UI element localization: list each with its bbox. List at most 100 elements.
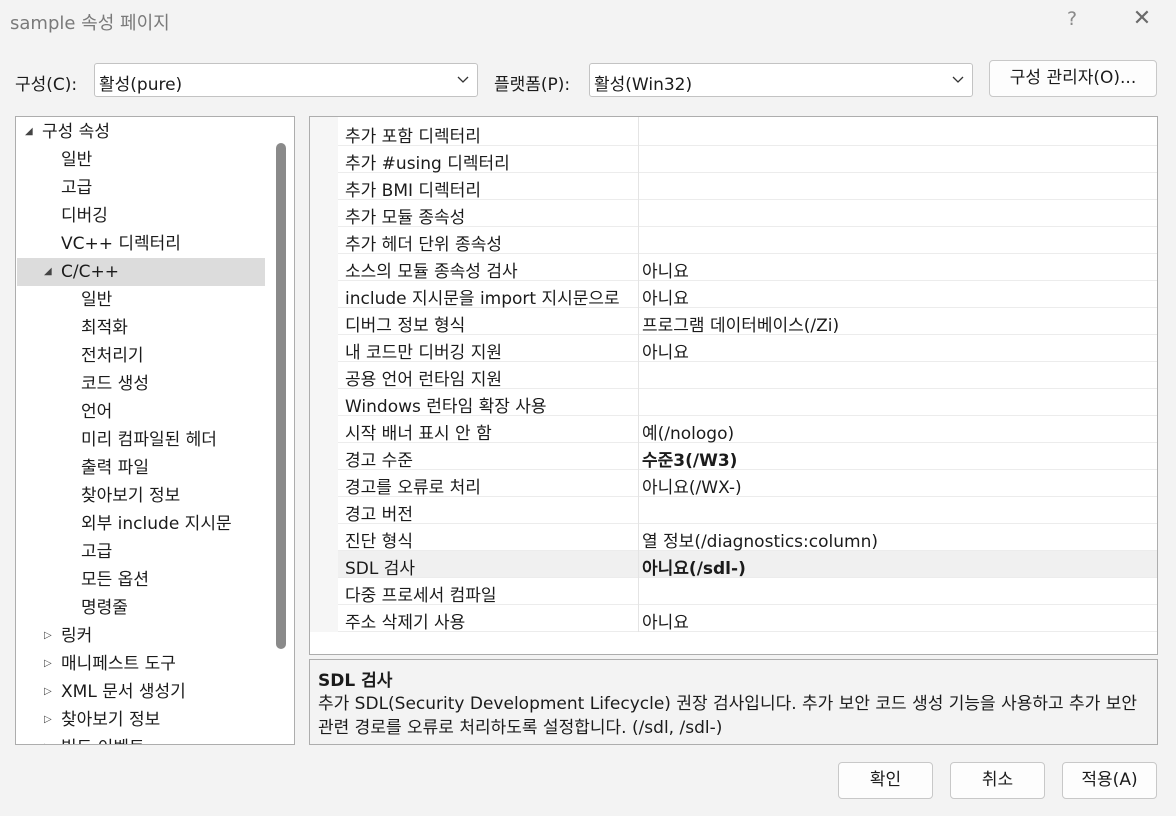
property-value[interactable]: 프로그램 데이터베이스(/Zi) bbox=[642, 311, 839, 336]
tree-item[interactable]: 출력 파일 bbox=[17, 454, 265, 482]
property-name: SDL 검사 bbox=[345, 559, 416, 579]
property-row[interactable]: SDL 검사 아니요(/sdl-) bbox=[338, 551, 1157, 579]
tree-item[interactable]: 일반 bbox=[17, 286, 265, 314]
tree-item-label: 일반 bbox=[61, 150, 93, 170]
tree-item-label: 언어 bbox=[81, 402, 113, 422]
description-panel: SDL 검사 추가 SDL(Security Development Lifec… bbox=[309, 659, 1158, 745]
property-row[interactable]: 디버그 정보 형식 프로그램 데이터베이스(/Zi) bbox=[338, 308, 1157, 336]
tree-item[interactable]: 고급 bbox=[17, 538, 265, 566]
property-row[interactable]: 추가 BMI 디렉터리 bbox=[338, 173, 1157, 201]
tree-item-label: 출력 파일 bbox=[81, 458, 149, 478]
property-name: 추가 모듈 종속성 bbox=[345, 208, 466, 228]
property-name: 경고 버전 bbox=[345, 505, 413, 525]
tree-item-label: 빌드 이벤트 bbox=[61, 734, 145, 744]
window-title: sample 속성 페이지 bbox=[10, 13, 170, 34]
grid-margin bbox=[310, 117, 338, 632]
tree-item[interactable]: ◢ C/C++ bbox=[17, 258, 265, 286]
property-row[interactable]: 경고 버전 bbox=[338, 497, 1157, 525]
apply-button[interactable]: 적용(A) bbox=[1062, 762, 1157, 799]
tree-item[interactable]: 코드 생성 bbox=[17, 370, 265, 398]
property-value[interactable]: 아니요 bbox=[642, 608, 689, 633]
tree-item-label: 고급 bbox=[61, 178, 93, 198]
tree-item[interactable]: VC++ 디렉터리 bbox=[17, 230, 265, 258]
collapsed-arrow-icon[interactable]: ▷ bbox=[44, 650, 52, 678]
tree-item[interactable]: 전처리기 bbox=[17, 342, 265, 370]
property-value[interactable]: 아니요 bbox=[642, 338, 689, 363]
property-row[interactable]: 시작 배너 표시 안 함 예(/nologo) bbox=[338, 416, 1157, 444]
title-bar: sample 속성 페이지 ? ✕ bbox=[0, 0, 1176, 44]
grid-column-divider[interactable] bbox=[638, 117, 639, 632]
property-value[interactable]: 수준3(/W3) bbox=[642, 446, 737, 471]
tree-item[interactable]: ▷ XML 문서 생성기 bbox=[17, 678, 265, 706]
tree-item[interactable]: 디버깅 bbox=[17, 202, 265, 230]
tree-item[interactable]: 미리 컴파일된 헤더 bbox=[17, 426, 265, 454]
tree-item[interactable]: ▷ 매니페스트 도구 bbox=[17, 650, 265, 678]
property-name: 경고를 오류로 처리 bbox=[345, 478, 481, 498]
platform-dropdown[interactable]: 활성(Win32) bbox=[589, 63, 973, 97]
property-name: 추가 BMI 디렉터리 bbox=[345, 181, 481, 201]
property-value[interactable]: 아니요 bbox=[642, 257, 689, 282]
property-row[interactable]: 진단 형식 열 정보(/diagnostics:column) bbox=[338, 524, 1157, 552]
property-value[interactable]: 아니요 bbox=[642, 284, 689, 309]
tree-item[interactable]: 일반 bbox=[17, 146, 265, 174]
property-row[interactable]: 추가 헤더 단위 종속성 bbox=[338, 227, 1157, 255]
config-value: 활성(pure) bbox=[99, 75, 183, 95]
property-row[interactable]: 내 코드만 디버깅 지원 아니요 bbox=[338, 335, 1157, 363]
property-name: 진단 형식 bbox=[345, 532, 413, 552]
collapsed-arrow-icon[interactable]: ▷ bbox=[44, 706, 52, 734]
tree-item[interactable]: 명령줄 bbox=[17, 594, 265, 622]
config-label: 구성(C): bbox=[15, 75, 78, 95]
tree-item-label: 외부 include 지시문 bbox=[81, 514, 232, 534]
property-name: include 지시문을 import 지시문으로 bbox=[345, 289, 620, 309]
tree-item[interactable]: 외부 include 지시문 bbox=[17, 510, 265, 538]
property-row[interactable]: 주소 삭제기 사용 아니요 bbox=[338, 605, 1157, 633]
property-value[interactable]: 아니요(/WX-) bbox=[642, 473, 742, 498]
property-row[interactable]: include 지시문을 import 지시문으로 아니요 bbox=[338, 281, 1157, 309]
collapsed-arrow-icon[interactable]: ▷ bbox=[44, 622, 52, 650]
property-row[interactable]: 추가 모듈 종속성 bbox=[338, 200, 1157, 228]
ok-button[interactable]: 확인 bbox=[838, 762, 933, 799]
property-row[interactable]: 추가 포함 디렉터리 bbox=[338, 119, 1157, 147]
tree-item-label: 모든 옵션 bbox=[81, 570, 149, 590]
expanded-arrow-icon[interactable]: ◢ bbox=[25, 118, 33, 146]
config-dropdown[interactable]: 활성(pure) bbox=[94, 63, 478, 97]
tree-item-label: 고급 bbox=[81, 542, 113, 562]
tree-item[interactable]: 모든 옵션 bbox=[17, 566, 265, 594]
property-value[interactable]: 예(/nologo) bbox=[642, 419, 734, 444]
property-value[interactable]: 열 정보(/diagnostics:column) bbox=[642, 527, 878, 552]
property-row[interactable]: 경고 수준 수준3(/W3) bbox=[338, 443, 1157, 471]
tree-item-label: 코드 생성 bbox=[81, 374, 149, 394]
expanded-arrow-icon[interactable]: ◢ bbox=[44, 258, 52, 286]
tree-item[interactable]: ◢ 구성 속성 bbox=[17, 118, 265, 146]
property-row[interactable]: Windows 런타임 확장 사용 bbox=[338, 389, 1157, 417]
help-icon[interactable]: ? bbox=[1062, 8, 1082, 30]
category-tree: ◢ 구성 속성 일반 고급 디버깅 VC++ 디렉터리 ◢ C/C++ 일반 최적화 전처리기 코드 … bbox=[15, 116, 295, 745]
property-row[interactable]: 공용 언어 런타임 지원 bbox=[338, 362, 1157, 390]
chevron-down-icon bbox=[457, 76, 469, 83]
tree-item[interactable]: 찾아보기 정보 bbox=[17, 482, 265, 510]
collapsed-arrow-icon[interactable]: ▷ bbox=[44, 678, 52, 706]
tree-item[interactable]: 최적화 bbox=[17, 314, 265, 342]
collapsed-arrow-icon[interactable]: ▷ bbox=[44, 734, 52, 744]
property-row[interactable]: 경고를 오류로 처리 아니요(/WX-) bbox=[338, 470, 1157, 498]
property-row[interactable]: 다중 프로세서 컴파일 bbox=[338, 578, 1157, 606]
platform-label: 플랫폼(P): bbox=[494, 75, 571, 95]
close-icon[interactable]: ✕ bbox=[1130, 6, 1154, 31]
tree-item-label: 미리 컴파일된 헤더 bbox=[81, 430, 217, 450]
config-manager-button[interactable]: 구성 관리자(O)... bbox=[989, 60, 1157, 97]
tree-item[interactable]: 고급 bbox=[17, 174, 265, 202]
property-name: 디버그 정보 형식 bbox=[345, 316, 466, 336]
property-name: 소스의 모듈 종속성 검사 bbox=[345, 262, 518, 282]
cancel-button[interactable]: 취소 bbox=[950, 762, 1045, 799]
property-value[interactable]: 아니요(/sdl-) bbox=[642, 554, 746, 579]
tree-scrollbar-thumb[interactable] bbox=[276, 143, 286, 649]
property-row[interactable]: 소스의 모듈 종속성 검사 아니요 bbox=[338, 254, 1157, 282]
property-row[interactable]: 추가 #using 디렉터리 bbox=[338, 146, 1157, 174]
property-name: 경고 수준 bbox=[345, 451, 413, 471]
tree-item[interactable]: 언어 bbox=[17, 398, 265, 426]
property-name: 추가 헤더 단위 종속성 bbox=[345, 235, 502, 255]
tree-item[interactable]: ▷ 빌드 이벤트 bbox=[17, 734, 265, 744]
tree-item[interactable]: ▷ 찾아보기 정보 bbox=[17, 706, 265, 734]
tree-item[interactable]: ▷ 링커 bbox=[17, 622, 265, 650]
description-title: SDL 검사 bbox=[318, 671, 393, 691]
